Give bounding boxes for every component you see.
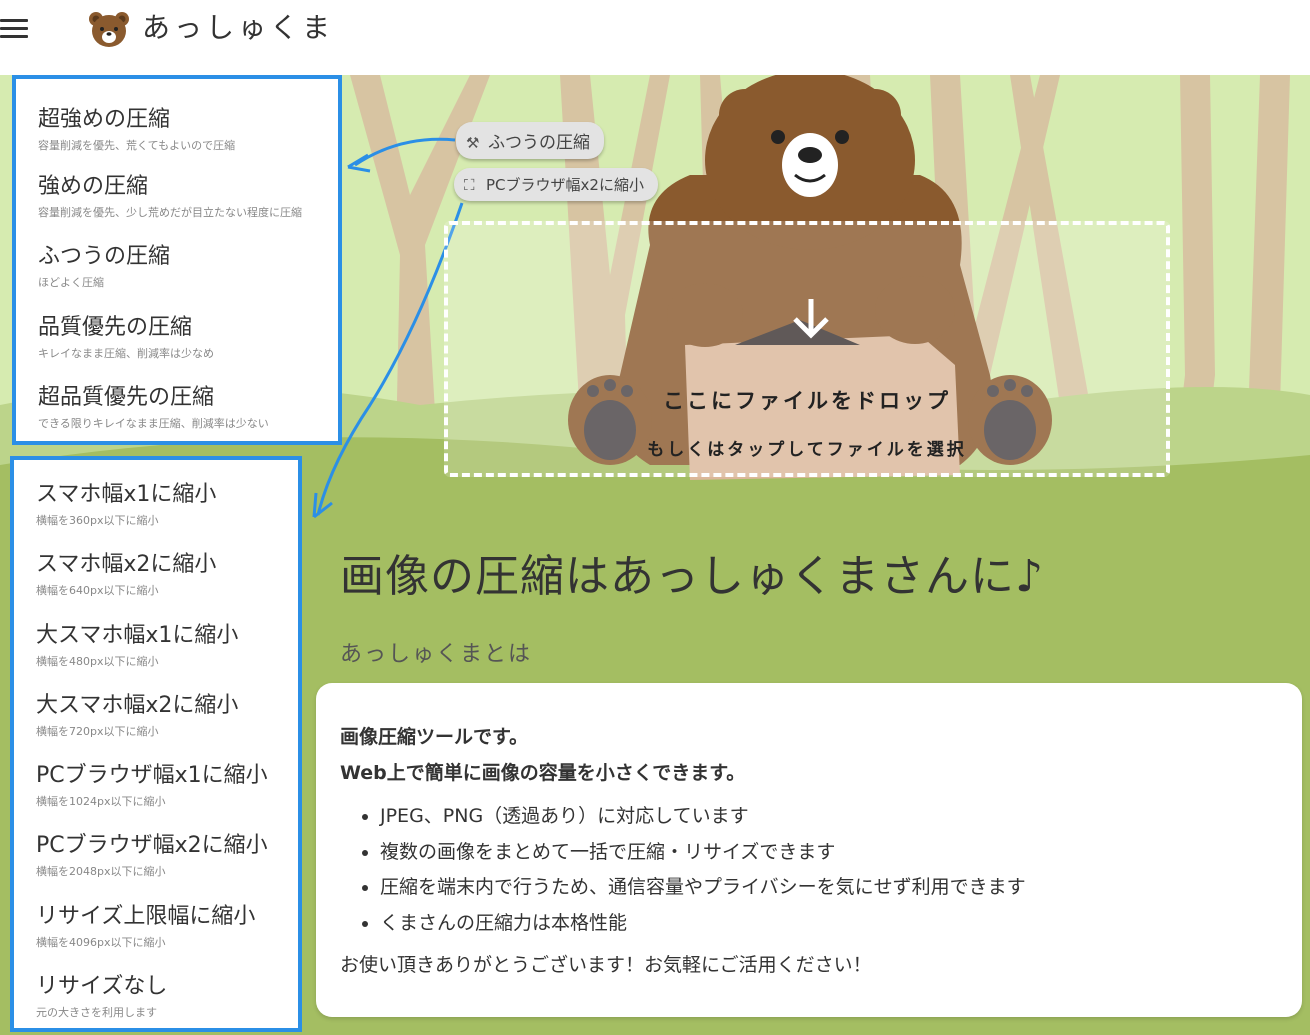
menu-item-desc: 容量削減を優先、少し荒めだが目立たない程度に圧縮 [38,205,302,219]
menu-item-label: リサイズ上限幅に縮小 [36,903,256,929]
file-drop-zone[interactable]: ここにファイルをドロップ もしくはタップしてファイルを選択 [444,221,1170,477]
menu-item-desc: できる限りキレイなまま圧縮、削減率は少ない [38,417,269,430]
menu-item-no-resize[interactable]: リサイズなし 元の大きさを利用します [14,952,298,1022]
menu-item-label: 強めの圧縮 [38,173,149,199]
fullscreen-icon: ⛶ [464,176,475,194]
menu-item-pc-x1[interactable]: PCブラウザ幅x1に縮小 横幅を1024px以下に縮小 [14,741,298,811]
app-bar: あっしゅくま [0,0,1310,75]
menu-item-label: スマホ幅x1に縮小 [36,482,217,507]
download-arrow-icon [793,299,829,339]
about-lead-2: Web上で簡単に画像の容量を小さくできます。 [340,762,746,784]
menu-item-desc: キレイなまま圧縮、削減率は少なめ [38,346,214,360]
menu-item-desc: 横幅を480px以下に縮小 [36,654,159,668]
menu-item-label: スマホ幅x2に縮小 [36,552,217,578]
menu-item-label: PCブラウザ幅x2に縮小 [36,833,268,859]
menu-item-desc: 横幅を2048px以下に縮小 [36,865,166,879]
feature-list: JPEG、PNG（透過あり）に対応しています 複数の画像をまとめて一括で圧縮・リ… [340,799,1278,941]
menu-item-label: 超強めの圧縮 [38,107,171,132]
compression-menu: 超強めの圧縮 容量削減を優先、荒くてもよいので圧縮 強めの圧縮 容量削減を優先、… [12,75,342,445]
menu-item-label: ふつうの圧縮 [38,244,171,269]
current-compression-chip[interactable]: ⚒ ふつうの圧縮 [456,122,604,159]
feature-item: くまさんの圧縮力は本格性能 [380,906,1278,942]
menu-item-desc: 横幅を360px以下に縮小 [36,514,159,527]
menu-item-desc: 横幅を720px以下に縮小 [36,724,159,738]
resize-menu: スマホ幅x1に縮小 横幅を360px以下に縮小 スマホ幅x2に縮小 横幅を640… [10,456,302,1032]
about-heading: あっしゅくまとは [340,642,533,667]
menu-item-phone-x2[interactable]: スマホ幅x2に縮小 横幅を640px以下に縮小 [14,530,298,600]
current-resize-label: PCブラウザ幅x2に縮小 [486,176,644,194]
menu-item-quality-compression[interactable]: 品質優先の圧縮 キレイなまま圧縮、削減率は少なめ [16,291,338,362]
about-lead-1: 画像圧縮ツールです。 [340,726,529,748]
menu-item-label: 大スマホ幅x2に縮小 [36,692,239,718]
feature-item: JPEG、PNG（透過あり）に対応しています [380,799,1278,835]
menu-item-phone-x1[interactable]: スマホ幅x1に縮小 横幅を360px以下に縮小 [14,460,298,530]
menu-item-desc: ほどよく圧縮 [38,276,104,289]
about-card: 画像圧縮ツールです。 Web上で簡単に画像の容量を小さくできます。 JPEG、P… [316,683,1302,1017]
hammer-icon: ⚒ [466,134,480,152]
drop-zone-main-text: ここにファイルをドロップ [663,389,951,413]
menu-item-label: 大スマホ幅x1に縮小 [36,622,239,648]
menu-item-desc: 横幅を4096px以下に縮小 [36,935,166,949]
menu-item-label: 超品質優先の圧縮 [38,385,215,410]
hamburger-menu-icon[interactable] [0,16,28,40]
menu-item-pc-x2[interactable]: PCブラウザ幅x2に縮小 横幅を2048px以下に縮小 [14,811,298,881]
menu-item-large-phone-x1[interactable]: 大スマホ幅x1に縮小 横幅を480px以下に縮小 [14,601,298,671]
current-resize-chip[interactable]: ⛶ PCブラウザ幅x2に縮小 [454,168,658,201]
menu-item-strong-compression[interactable]: 強めの圧縮 容量削減を優先、少し荒めだが目立たない程度に圧縮 [16,150,338,221]
menu-item-normal-compression[interactable]: ふつうの圧縮 ほどよく圧縮 [16,220,338,291]
menu-item-label: リサイズなし [36,974,168,1000]
feature-item: 複数の画像をまとめて一括で圧縮・リサイズできます [380,835,1278,871]
feature-item: 圧縮を端末内で行うため、通信容量やプライバシーを気にせず利用できます [380,870,1278,906]
menu-item-desc: 横幅を1024px以下に縮小 [36,795,166,809]
menu-item-label: PCブラウザ幅x1に縮小 [36,763,268,789]
menu-item-large-phone-x2[interactable]: 大スマホ幅x2に縮小 横幅を720px以下に縮小 [14,671,298,741]
drop-zone-sub-text: もしくはタップしてファイルを選択 [647,440,967,460]
menu-item-label: 品質優先の圧縮 [38,314,193,340]
page-title: 画像の圧縮はあっしゅくまさんに♪ [340,551,1045,602]
menu-item-desc: 横幅を640px以下に縮小 [36,584,159,598]
thanks-text: お使い頂きありがとうございます！お気軽にご活用ください！ [340,954,872,976]
current-compression-label: ふつうの圧縮 [488,133,590,153]
menu-item-extra-strong-compression[interactable]: 超強めの圧縮 容量削減を優先、荒くてもよいので圧縮 [16,79,338,152]
menu-item-max-width[interactable]: リサイズ上限幅に縮小 横幅を4096px以下に縮小 [14,882,298,952]
menu-item-desc: 元の大きさを利用します [36,1006,157,1020]
menu-item-extra-quality-compression[interactable]: 超品質優先の圧縮 できる限りキレイなまま圧縮、削減率は少ない [16,361,338,432]
app-title[interactable]: あっしゅくま [142,6,334,46]
bear-face-logo-icon[interactable] [88,10,130,48]
